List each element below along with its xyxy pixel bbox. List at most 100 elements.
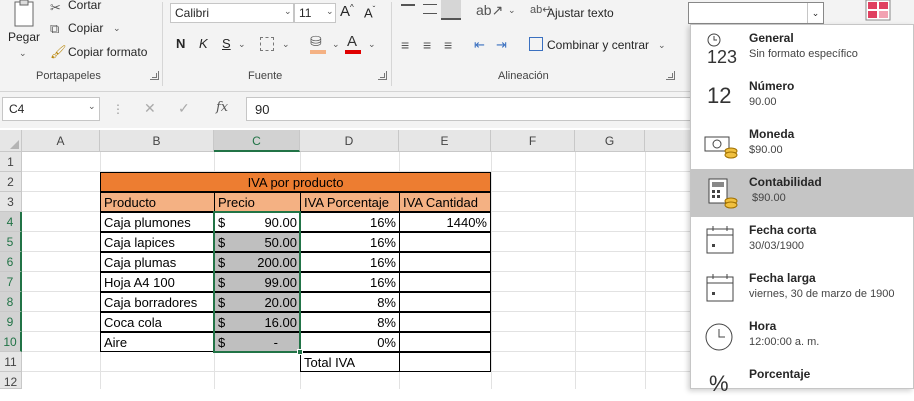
confirm-entry-icon[interactable]: ✓ bbox=[178, 100, 190, 117]
copy-button[interactable]: Copiar bbox=[68, 21, 103, 35]
cell-product-name[interactable]: Caja borradores bbox=[100, 292, 215, 312]
row-header-9[interactable]: 9 bbox=[0, 312, 22, 332]
format-option-number[interactable]: 12 Número 90.00 bbox=[691, 73, 913, 121]
cell-product-name[interactable]: Aire bbox=[100, 332, 215, 352]
format-option-long-date[interactable]: Fecha larga viernes, 30 de marzo de 1900 bbox=[691, 265, 913, 313]
column-header-c[interactable]: C bbox=[214, 130, 300, 152]
align-top-icon[interactable] bbox=[401, 4, 415, 14]
cell-iva-amount[interactable] bbox=[399, 232, 491, 252]
cell-iva-pct[interactable]: 16% bbox=[300, 272, 400, 292]
bold-button[interactable]: N bbox=[176, 36, 185, 51]
column-header-a[interactable]: A bbox=[22, 130, 100, 152]
underline-button[interactable]: S bbox=[222, 36, 231, 51]
cell-iva-pct[interactable]: 16% bbox=[300, 212, 400, 232]
align-right-icon[interactable]: ≡ bbox=[444, 37, 452, 53]
cell-iva-amount[interactable] bbox=[399, 332, 491, 352]
cell-product-name[interactable]: Coca cola bbox=[100, 312, 215, 332]
align-left-icon[interactable]: ≡ bbox=[401, 37, 409, 53]
cell-product-name[interactable]: Hoja A4 100 bbox=[100, 272, 215, 292]
format-option-general[interactable]: 123 General Sin formato específico bbox=[691, 25, 913, 73]
font-family-caret-icon[interactable]: ⌄ bbox=[284, 6, 292, 17]
select-all-corner[interactable] bbox=[0, 130, 22, 152]
formula-bar-resize-icon[interactable]: ⋮ bbox=[112, 102, 124, 116]
row-header-4[interactable]: 4 bbox=[0, 212, 22, 232]
formula-input[interactable]: 90 bbox=[246, 97, 696, 121]
align-middle-icon[interactable] bbox=[423, 4, 437, 14]
header-producto[interactable]: Producto bbox=[100, 192, 215, 212]
merge-center-button[interactable]: Combinar y centrar bbox=[547, 38, 649, 52]
orientation-caret-icon[interactable]: ⌄ bbox=[508, 5, 516, 16]
font-color-caret-icon[interactable]: ⌄ bbox=[368, 39, 376, 50]
font-size-caret-icon[interactable]: ⌄ bbox=[326, 6, 334, 17]
format-option-percent[interactable]: % Porcentaje bbox=[691, 361, 913, 396]
number-format-caret-icon[interactable]: ⌄ bbox=[807, 3, 823, 23]
fill-color-icon[interactable]: ⛁ bbox=[310, 33, 322, 50]
row-header-3[interactable]: 3 bbox=[0, 192, 22, 212]
column-header-f[interactable]: F bbox=[491, 130, 575, 152]
increase-indent-icon[interactable]: ⇥ bbox=[496, 37, 507, 53]
font-family-select[interactable]: Calibri bbox=[170, 3, 294, 23]
font-launcher-icon[interactable] bbox=[378, 71, 387, 80]
total-iva-value[interactable] bbox=[399, 352, 491, 372]
header-iva-cantidad[interactable]: IVA Cantidad bbox=[399, 192, 491, 212]
cell-product-name[interactable]: Caja plumas bbox=[100, 252, 215, 272]
header-precio[interactable]: Precio bbox=[214, 192, 301, 212]
format-option-time[interactable]: Hora 12:00:00 a. m. bbox=[691, 313, 913, 361]
decrease-indent-icon[interactable]: ⇤ bbox=[474, 37, 485, 53]
cell-iva-amount[interactable] bbox=[399, 292, 491, 312]
cell-product-name[interactable]: Caja lapices bbox=[100, 232, 215, 252]
format-option-accounting[interactable]: Contabilidad $90.00 bbox=[691, 169, 913, 217]
column-header-e[interactable]: E bbox=[399, 130, 491, 152]
underline-caret-icon[interactable]: ⌄ bbox=[238, 39, 246, 50]
borders-caret-icon[interactable]: ⌄ bbox=[282, 39, 290, 50]
clipboard-launcher-icon[interactable] bbox=[150, 71, 159, 80]
orientation-icon[interactable]: ab↗ bbox=[476, 2, 503, 19]
name-box[interactable]: C4 bbox=[2, 97, 100, 121]
row-header-6[interactable]: 6 bbox=[0, 252, 22, 272]
decrease-font-size-icon[interactable]: Aˇ bbox=[364, 5, 375, 20]
paste-icon[interactable] bbox=[10, 0, 40, 30]
cell-iva-pct[interactable]: 0% bbox=[300, 332, 400, 352]
italic-button[interactable]: K bbox=[199, 36, 208, 51]
paste-dropdown-caret[interactable]: ⌄ bbox=[19, 48, 27, 59]
header-iva-porcentaje[interactable]: IVA Porcentaje bbox=[300, 192, 400, 212]
column-header-h[interactable] bbox=[645, 130, 695, 152]
column-header-d[interactable]: D bbox=[300, 130, 399, 152]
cell-iva-pct[interactable]: 16% bbox=[300, 252, 400, 272]
increase-font-size-icon[interactable]: A^ bbox=[340, 3, 354, 20]
borders-icon[interactable] bbox=[260, 37, 274, 51]
wrap-text-button[interactable]: Ajustar texto bbox=[547, 6, 614, 20]
row-header-8[interactable]: 8 bbox=[0, 292, 22, 312]
row-header-5[interactable]: 5 bbox=[0, 232, 22, 252]
align-center-icon[interactable]: ≡ bbox=[423, 37, 431, 53]
row-header-7[interactable]: 7 bbox=[0, 272, 22, 292]
cell-iva-amount[interactable] bbox=[399, 272, 491, 292]
column-header-g[interactable]: G bbox=[575, 130, 645, 152]
column-header-b[interactable]: B bbox=[100, 130, 214, 152]
name-box-caret-icon[interactable]: ⌄ bbox=[88, 101, 96, 112]
total-iva-label[interactable]: Total IVA bbox=[300, 352, 400, 372]
number-format-select[interactable]: ⌄ bbox=[688, 2, 824, 24]
format-painter-button[interactable]: Copiar formato bbox=[68, 45, 147, 59]
align-bottom-icon[interactable] bbox=[441, 0, 461, 20]
merge-center-caret-icon[interactable]: ⌄ bbox=[658, 40, 666, 51]
insert-function-icon[interactable]: fx bbox=[216, 100, 228, 115]
cut-button[interactable]: Cortar bbox=[68, 0, 101, 12]
cell-iva-pct[interactable]: 8% bbox=[300, 292, 400, 312]
cancel-entry-icon[interactable]: ✕ bbox=[144, 100, 156, 117]
cell-iva-amount[interactable] bbox=[399, 312, 491, 332]
font-color-icon[interactable]: A bbox=[347, 33, 357, 50]
alignment-launcher-icon[interactable] bbox=[666, 71, 675, 80]
table-title[interactable]: IVA por producto bbox=[100, 172, 491, 192]
cell-iva-amount[interactable] bbox=[399, 252, 491, 272]
cell-iva-pct[interactable]: 8% bbox=[300, 312, 400, 332]
copy-dropdown-caret[interactable]: ⌄ bbox=[113, 23, 121, 34]
row-header-10[interactable]: 10 bbox=[0, 332, 22, 352]
format-option-currency[interactable]: Moneda $90.00 bbox=[691, 121, 913, 169]
fill-handle[interactable] bbox=[297, 349, 303, 355]
cell-iva-pct[interactable]: 16% bbox=[300, 232, 400, 252]
row-header-12[interactable]: 12 bbox=[0, 372, 22, 389]
row-header-1[interactable]: 1 bbox=[0, 152, 22, 172]
format-option-short-date[interactable]: Fecha corta 30/03/1900 bbox=[691, 217, 913, 265]
paste-button[interactable]: Pegar bbox=[8, 30, 40, 44]
